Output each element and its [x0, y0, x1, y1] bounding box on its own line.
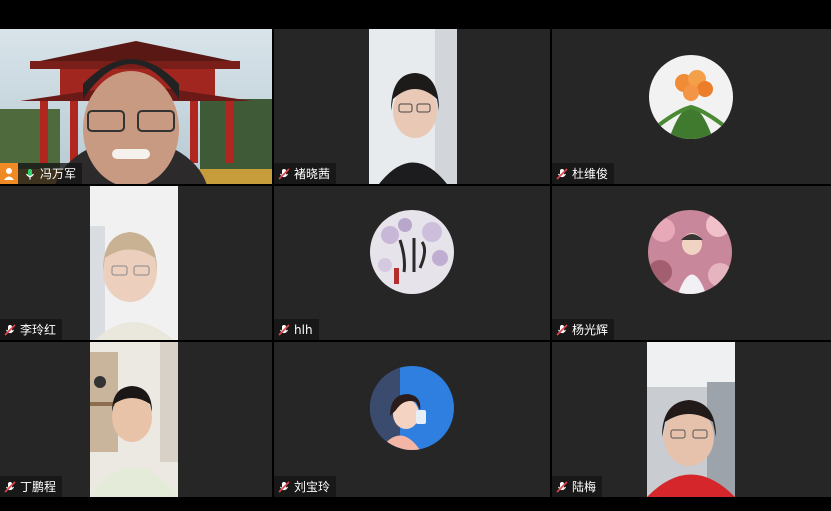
mic-muted-icon	[4, 323, 16, 336]
participant-nameplate: 刘宝玲	[274, 476, 337, 497]
mic-muted-icon	[556, 167, 568, 180]
participant-tile-7[interactable]: 刘宝玲	[274, 342, 550, 497]
child-flowers-icon	[648, 210, 732, 294]
participant-nameplate: 冯万军	[0, 163, 83, 184]
participant-name: hlh	[294, 322, 313, 337]
participant-name: 褚晓茜	[294, 167, 331, 181]
participant-nameplate: 李玲红	[0, 319, 63, 340]
participant-nameplate: 杨光辉	[552, 319, 615, 340]
cartoon-girl-icon	[370, 366, 454, 450]
participant-nameplate: hlh	[274, 319, 319, 340]
participant-tile-8[interactable]: 陆梅	[552, 342, 831, 497]
participant-tile-6[interactable]: 丁鹏程	[0, 342, 272, 497]
mic-on-icon	[24, 168, 36, 180]
video-feed	[0, 29, 272, 184]
participant-nameplate: 丁鹏程	[0, 476, 63, 497]
participant-nameplate: 杜维俊	[552, 163, 615, 184]
video-feed	[90, 342, 178, 497]
participant-name: 杨光辉	[572, 323, 609, 337]
participant-name: 丁鹏程	[20, 480, 57, 494]
mic-muted-icon	[278, 480, 290, 493]
host-icon	[0, 163, 18, 184]
mic-muted-icon	[278, 323, 290, 336]
video-feed	[90, 186, 178, 340]
blossom-calligraphy-icon	[370, 210, 454, 294]
mic-muted-icon	[278, 167, 290, 180]
participant-tile-5[interactable]: 杨光辉	[552, 186, 831, 340]
participant-name: 陆梅	[572, 480, 597, 494]
participant-tile-4[interactable]: hlh	[274, 186, 550, 340]
mic-muted-icon	[556, 480, 568, 493]
mic-muted-icon	[4, 480, 16, 493]
participant-tile-2[interactable]: 杜维俊	[552, 29, 831, 184]
participant-name: 刘宝玲	[294, 480, 331, 494]
participant-nameplate: 陆梅	[552, 476, 603, 497]
video-grid: 冯万军 褚晓茜 杜维俊 李玲红 hlh 杨光辉 丁鹏程 刘宝玲 陆梅	[0, 29, 831, 497]
participant-name: 冯万军	[40, 167, 77, 181]
video-feed	[369, 29, 457, 184]
orange-flower-icon	[649, 55, 733, 139]
participant-tile-3[interactable]: 李玲红	[0, 186, 272, 340]
participant-tile-0[interactable]: 冯万军	[0, 29, 272, 184]
video-feed	[647, 342, 735, 497]
participant-nameplate: 褚晓茜	[274, 163, 337, 184]
participant-name: 杜维俊	[572, 167, 609, 181]
mic-muted-icon	[556, 323, 568, 336]
participant-tile-1[interactable]: 褚晓茜	[274, 29, 550, 184]
participant-name: 李玲红	[20, 323, 57, 337]
